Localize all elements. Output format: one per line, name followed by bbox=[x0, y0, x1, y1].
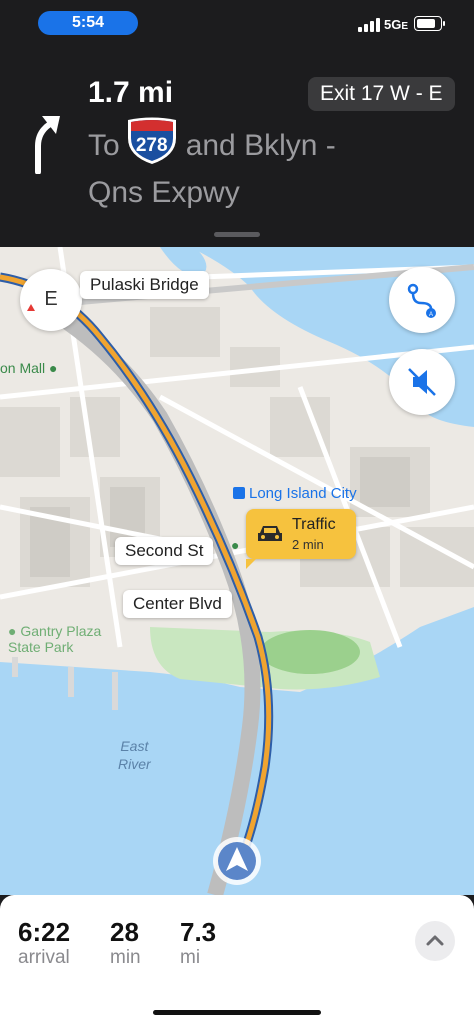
instruction-suffix: and Bklyn - bbox=[185, 128, 336, 162]
map-label-gantry-plaza[interactable]: ● Gantry Plaza State Park bbox=[8, 623, 101, 655]
map-label-second-st[interactable]: Second St bbox=[115, 537, 214, 565]
turn-slight-left-arrow-icon bbox=[35, 116, 60, 174]
banner-drag-handle[interactable] bbox=[214, 232, 260, 237]
map-canvas bbox=[0, 247, 474, 895]
svg-text:A: A bbox=[429, 312, 433, 318]
arrival-time: 6:22 bbox=[18, 917, 71, 947]
route-overview-icon: A bbox=[407, 283, 436, 318]
instruction-line-2: Qns Expwy bbox=[88, 176, 240, 209]
instruction-line-1: To 278 and Bklyn - bbox=[88, 117, 336, 166]
traffic-title: Traffic bbox=[292, 516, 336, 533]
status-bar: 5:54 5GE bbox=[0, 0, 474, 44]
guidance-banner[interactable]: 1.7 mi Exit 17 W - E To 278 and Bklyn - … bbox=[0, 44, 474, 247]
duration-value: 28 bbox=[110, 917, 139, 947]
duration-label: min bbox=[110, 947, 141, 968]
compass-button[interactable]: E bbox=[20, 269, 82, 331]
trip-summary-sheet[interactable]: 6:22 arrival 28 min 7.3 mi bbox=[0, 895, 474, 1024]
expand-button[interactable] bbox=[415, 921, 455, 961]
status-time[interactable]: 5:54 bbox=[38, 11, 138, 35]
home-indicator[interactable] bbox=[153, 1010, 321, 1015]
car-icon bbox=[258, 526, 282, 541]
mute-button[interactable] bbox=[389, 349, 455, 415]
speaker-muted-icon bbox=[408, 368, 436, 396]
chevron-up-icon bbox=[426, 935, 444, 946]
arrival-label: arrival bbox=[18, 947, 70, 968]
map-label-long-island-city[interactable]: Long Island City bbox=[233, 485, 357, 502]
cellular-signal-icon bbox=[358, 18, 380, 32]
maneuver-distance: 1.7 mi bbox=[88, 76, 174, 109]
exit-badge: Exit 17 W - E bbox=[308, 77, 455, 111]
map-label-east-river: East River bbox=[118, 738, 151, 772]
map-label-mall[interactable]: on Mall ● bbox=[0, 360, 58, 376]
traffic-delay: 2 min bbox=[292, 537, 324, 552]
interstate-shield-icon: 278 bbox=[124, 116, 180, 166]
traffic-callout[interactable]: Traffic 2 min bbox=[246, 509, 356, 569]
map-label-center-blvd[interactable]: Center Blvd bbox=[123, 590, 232, 618]
battery-icon bbox=[414, 16, 445, 31]
distance-label: mi bbox=[180, 947, 201, 968]
route-shield-number: 278 bbox=[135, 135, 168, 156]
route-overview-button[interactable]: A bbox=[389, 267, 455, 333]
distance-value: 7.3 bbox=[180, 917, 217, 947]
map-poi-icon[interactable]: ● bbox=[231, 537, 239, 553]
compass-needle-icon bbox=[27, 304, 35, 311]
map-label-pulaski-bridge[interactable]: Pulaski Bridge bbox=[80, 271, 209, 299]
network-type: 5GE bbox=[384, 17, 409, 32]
instruction-prefix: To bbox=[88, 128, 120, 162]
map-view[interactable]: E Pulaski Bridge on Mall ● A Long Island… bbox=[0, 247, 474, 895]
